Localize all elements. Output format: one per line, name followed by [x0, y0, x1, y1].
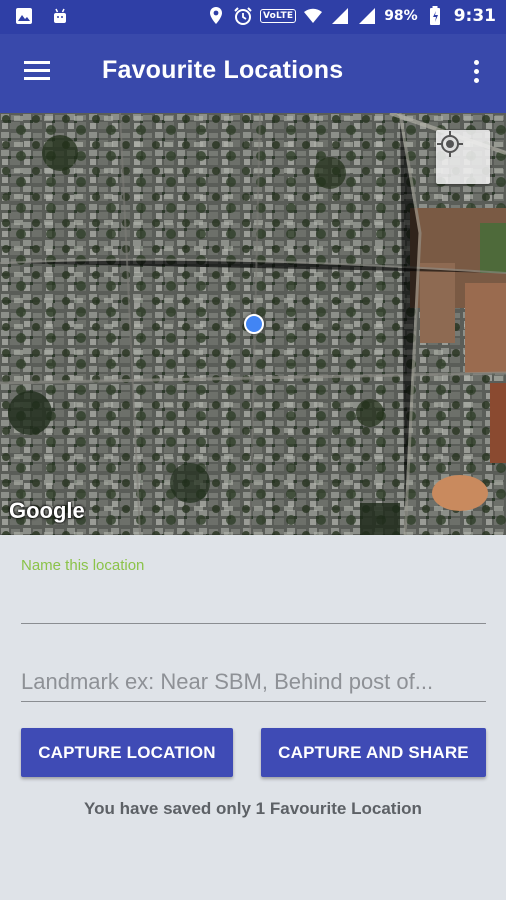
my-location-button[interactable]	[436, 130, 490, 184]
location-icon	[206, 6, 226, 26]
android-icon	[50, 6, 70, 26]
google-attribution: Google	[9, 498, 85, 523]
battery-percentage: 98%	[384, 8, 418, 24]
current-location-marker	[244, 314, 264, 334]
screen: VoLTE 98% 9:31 Favourite Locations Googl…	[0, 0, 506, 900]
battery-icon	[425, 6, 445, 26]
hamburger-menu-icon[interactable]	[22, 58, 58, 90]
alarm-icon	[233, 6, 253, 26]
capture-location-button[interactable]: CAPTURE LOCATION	[21, 728, 233, 777]
name-field-label: Name this location	[21, 557, 145, 574]
saved-count-message: You have saved only 1 Favourite Location	[84, 799, 422, 818]
page-title: Favourite Locations	[102, 56, 344, 84]
image-icon	[14, 6, 34, 26]
signal-icon	[357, 6, 377, 26]
location-form: Name this location CAPTURE LOCATION CAPT…	[0, 535, 506, 900]
app-bar: Favourite Locations	[0, 34, 506, 113]
volte-icon: VoLTE	[259, 9, 297, 23]
status-bar: VoLTE 98% 9:31	[0, 0, 506, 34]
wifi-icon	[303, 6, 323, 26]
crosshair-icon	[437, 131, 463, 157]
location-name-input[interactable]	[21, 583, 486, 624]
overflow-menu-icon[interactable]	[468, 58, 484, 90]
satellite-map[interactable]: Google	[0, 113, 506, 535]
signal-icon	[330, 6, 350, 26]
clock: 9:31	[453, 6, 496, 26]
capture-and-share-button[interactable]: CAPTURE AND SHARE	[261, 728, 486, 777]
landmark-input[interactable]	[21, 663, 486, 702]
